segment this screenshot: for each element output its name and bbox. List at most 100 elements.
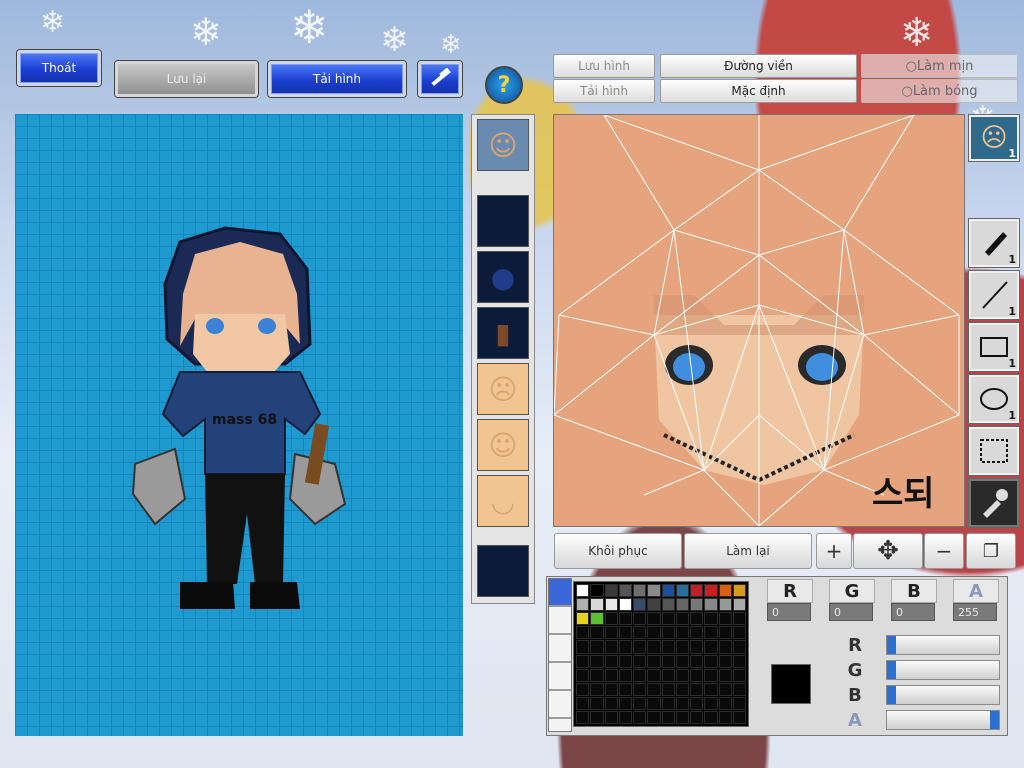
g-slider-knob[interactable] xyxy=(887,661,896,679)
palette-cell[interactable] xyxy=(604,696,618,710)
palette-cell[interactable] xyxy=(604,654,618,668)
palette-cell[interactable] xyxy=(618,612,632,626)
palette-cell[interactable] xyxy=(718,598,732,612)
a-slider-knob[interactable] xyxy=(990,711,999,729)
load-image-button[interactable]: Tải hình xyxy=(553,79,655,103)
palette-cell[interactable] xyxy=(647,654,661,668)
palette-cell[interactable] xyxy=(675,626,689,640)
palette-cell[interactable] xyxy=(690,696,704,710)
default-button[interactable]: Mặc định xyxy=(660,79,857,103)
palette-cell[interactable] xyxy=(604,682,618,696)
palette-cell[interactable] xyxy=(690,668,704,682)
pen-tool[interactable]: 1 xyxy=(968,218,1020,268)
palette-cell[interactable] xyxy=(690,612,704,626)
palette-cell[interactable] xyxy=(675,584,689,598)
palette-tab-active[interactable] xyxy=(549,579,571,605)
palette-cell[interactable] xyxy=(704,640,718,654)
palette-cell[interactable] xyxy=(661,654,675,668)
palette-cell[interactable] xyxy=(633,612,647,626)
palette-cell[interactable] xyxy=(604,640,618,654)
palette-cell[interactable] xyxy=(647,710,661,724)
b-value-field[interactable]: 0 xyxy=(891,603,935,621)
palette-cell[interactable] xyxy=(704,654,718,668)
palette-cell[interactable] xyxy=(661,598,675,612)
slot-face-neutral[interactable]: ☺ xyxy=(477,419,529,471)
hammer-button[interactable] xyxy=(418,61,462,97)
zoom-out-button[interactable]: − xyxy=(924,533,964,569)
model-preview-canvas[interactable]: mass 68 xyxy=(15,114,463,736)
palette-cell[interactable] xyxy=(704,682,718,696)
palette-cell[interactable] xyxy=(704,598,718,612)
palette-cell[interactable] xyxy=(718,612,732,626)
palette-cell[interactable] xyxy=(661,696,675,710)
palette-cell[interactable] xyxy=(576,710,590,724)
palette-cell[interactable] xyxy=(732,696,746,710)
palette-cell[interactable] xyxy=(576,598,590,612)
face-preview-tool[interactable]: ☹ 1 xyxy=(968,114,1020,162)
palette-cell[interactable] xyxy=(590,584,604,598)
palette-cell[interactable] xyxy=(633,584,647,598)
palette-cell[interactable] xyxy=(604,626,618,640)
palette-cell[interactable] xyxy=(675,696,689,710)
palette-cell[interactable] xyxy=(647,682,661,696)
palette-cell[interactable] xyxy=(690,584,704,598)
help-button[interactable]: ? xyxy=(485,66,523,104)
palette-cell[interactable] xyxy=(647,612,661,626)
palette-cell[interactable] xyxy=(661,626,675,640)
zoom-in-button[interactable]: + xyxy=(816,533,852,569)
palette-cell[interactable] xyxy=(633,640,647,654)
palette-cell[interactable] xyxy=(690,598,704,612)
palette-cell[interactable] xyxy=(718,626,732,640)
palette-cell[interactable] xyxy=(633,682,647,696)
palette-cell[interactable] xyxy=(590,612,604,626)
palette-cell[interactable] xyxy=(590,626,604,640)
palette-cell[interactable] xyxy=(590,640,604,654)
palette-cell[interactable] xyxy=(718,682,732,696)
slot-empty[interactable] xyxy=(477,545,529,597)
palette-cell[interactable] xyxy=(690,710,704,724)
palette-cell[interactable] xyxy=(604,668,618,682)
palette-cell[interactable] xyxy=(590,682,604,696)
palette-cell[interactable] xyxy=(618,598,632,612)
palette-cell[interactable] xyxy=(661,584,675,598)
palette-cell[interactable] xyxy=(604,612,618,626)
palette-cell[interactable] xyxy=(633,696,647,710)
palette-cell[interactable] xyxy=(618,710,632,724)
palette-cell[interactable] xyxy=(576,640,590,654)
palette-cell[interactable] xyxy=(718,654,732,668)
palette-cell[interactable] xyxy=(661,668,675,682)
palette-cell[interactable] xyxy=(690,626,704,640)
g-value-field[interactable]: 0 xyxy=(829,603,873,621)
palette-cell[interactable] xyxy=(661,612,675,626)
layer-button[interactable]: ❐ xyxy=(966,533,1016,569)
palette-cell[interactable] xyxy=(732,682,746,696)
palette-cell[interactable] xyxy=(732,654,746,668)
palette-cell[interactable] xyxy=(704,612,718,626)
palette-cell[interactable] xyxy=(718,584,732,598)
palette-cell[interactable] xyxy=(661,640,675,654)
slot-face-angry[interactable]: ☹ xyxy=(477,363,529,415)
palette-cell[interactable] xyxy=(704,696,718,710)
palette-cell[interactable] xyxy=(704,668,718,682)
palette-cell[interactable] xyxy=(576,584,590,598)
redo-button[interactable]: Làm lại xyxy=(684,533,812,569)
palette-cell[interactable] xyxy=(675,598,689,612)
a-slider[interactable] xyxy=(886,710,1000,730)
palette-cell[interactable] xyxy=(576,654,590,668)
palette-cell[interactable] xyxy=(647,640,661,654)
palette-cell[interactable] xyxy=(618,654,632,668)
selection-tool[interactable] xyxy=(968,426,1020,476)
palette-cell[interactable] xyxy=(647,584,661,598)
r-slider-knob[interactable] xyxy=(887,636,896,654)
palette-cell[interactable] xyxy=(661,710,675,724)
a-value-field[interactable]: 255 xyxy=(953,603,997,621)
palette-cell[interactable] xyxy=(604,598,618,612)
palette-cell[interactable] xyxy=(704,710,718,724)
palette-cell[interactable] xyxy=(590,598,604,612)
palette-cell[interactable] xyxy=(590,710,604,724)
texture-editor-canvas[interactable]: 스되 xyxy=(553,114,965,527)
palette-cell[interactable] xyxy=(576,696,590,710)
palette-cell[interactable] xyxy=(618,668,632,682)
palette-cell[interactable] xyxy=(576,682,590,696)
palette-cell[interactable] xyxy=(590,696,604,710)
